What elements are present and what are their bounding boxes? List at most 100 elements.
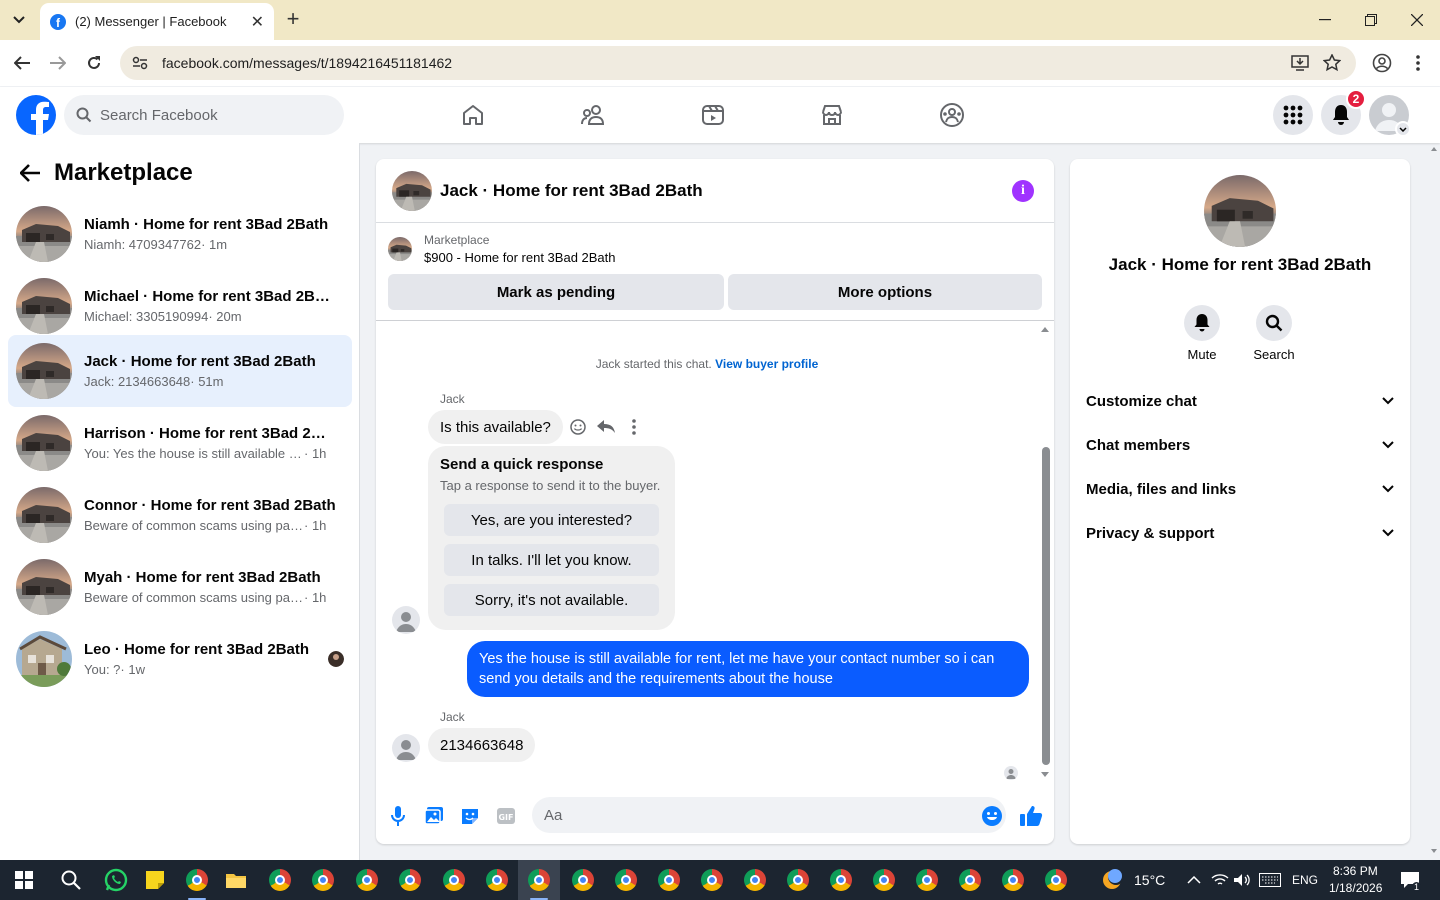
close-window-button[interactable] bbox=[1405, 8, 1429, 32]
message-input[interactable] bbox=[544, 806, 964, 824]
chrome-taskbar-icon[interactable] bbox=[870, 866, 898, 894]
chrome-taskbar-icon[interactable] bbox=[309, 866, 337, 894]
browser-menu-icon[interactable] bbox=[1407, 52, 1429, 74]
privacy-support-section[interactable]: Privacy & support bbox=[1086, 511, 1394, 555]
photo-gallery-icon[interactable] bbox=[422, 804, 446, 828]
weather-icon[interactable] bbox=[1098, 866, 1126, 894]
chrome-taskbar-icon[interactable] bbox=[353, 866, 381, 894]
conversation-item-michael[interactable]: Michael · Home for rent 3Bad 2Bath Micha… bbox=[8, 270, 352, 342]
incoming-message[interactable]: Is this available? bbox=[428, 410, 563, 444]
restore-button[interactable] bbox=[1359, 8, 1383, 32]
microphone-icon[interactable] bbox=[386, 804, 410, 828]
message-input-box[interactable] bbox=[532, 797, 1006, 833]
conversation-item-niamh[interactable]: Niamh · Home for rent 3Bad 2Bath Niamh: … bbox=[8, 198, 352, 270]
gif-icon[interactable]: GIF bbox=[494, 804, 518, 828]
chat-title[interactable]: Jack · Home for rent 3Bad 2Bath bbox=[440, 181, 703, 201]
keyboard-icon[interactable] bbox=[1256, 866, 1284, 894]
chrome-taskbar-icon[interactable] bbox=[440, 866, 468, 894]
clock-date[interactable]: 1/18/2026 bbox=[1329, 881, 1382, 895]
search-conversation-button[interactable]: Search bbox=[1244, 305, 1304, 362]
sticker-icon[interactable] bbox=[458, 804, 482, 828]
profile-icon[interactable] bbox=[1371, 52, 1393, 74]
site-settings-icon[interactable] bbox=[132, 56, 148, 70]
tab-search-dropdown-icon[interactable] bbox=[6, 8, 32, 32]
chrome-taskbar-icon[interactable] bbox=[784, 866, 812, 894]
info-icon[interactable]: i bbox=[1012, 180, 1034, 202]
chrome-taskbar-icon[interactable] bbox=[612, 866, 640, 894]
nav-friends[interactable] bbox=[537, 87, 649, 143]
listing-info[interactable]: Marketplace $900 - Home for rent 3Bad 2B… bbox=[388, 233, 616, 265]
menu-grid-button[interactable] bbox=[1273, 95, 1313, 135]
browser-tab-messenger[interactable]: f (2) Messenger | Facebook ✕ bbox=[40, 3, 274, 40]
reply-icon[interactable] bbox=[596, 417, 616, 437]
view-buyer-profile-link[interactable]: View buyer profile bbox=[715, 357, 818, 371]
scroll-down-arrow-icon[interactable] bbox=[1040, 771, 1050, 779]
media-files-links-section[interactable]: Media, files and links bbox=[1086, 467, 1394, 511]
emoji-icon[interactable] bbox=[980, 804, 1004, 828]
reload-button[interactable] bbox=[83, 52, 105, 74]
scroll-up-arrow-icon[interactable] bbox=[1040, 325, 1050, 333]
customize-chat-section[interactable]: Customize chat bbox=[1086, 379, 1394, 423]
search-input[interactable] bbox=[100, 106, 320, 124]
bookmark-star-icon[interactable] bbox=[1321, 52, 1343, 74]
chat-avatar[interactable] bbox=[392, 171, 432, 211]
facebook-logo-icon[interactable] bbox=[16, 95, 56, 135]
page-scrollbar[interactable] bbox=[1428, 143, 1440, 860]
nav-video[interactable] bbox=[657, 87, 769, 143]
outgoing-message[interactable]: Yes the house is still available for ren… bbox=[467, 641, 1029, 697]
conversation-item-connor[interactable]: Connor · Home for rent 3Bad 2Bath Beware… bbox=[8, 479, 352, 551]
quick-response-option[interactable]: In talks. I'll let you know. bbox=[444, 544, 659, 576]
whatsapp-icon[interactable] bbox=[102, 866, 130, 894]
forward-button[interactable] bbox=[47, 52, 69, 74]
sticky-notes-icon[interactable] bbox=[141, 866, 169, 894]
weather-temp[interactable]: 15°C bbox=[1134, 872, 1165, 888]
thumbs-up-icon[interactable] bbox=[1019, 804, 1043, 828]
chrome-taskbar-icon[interactable] bbox=[956, 866, 984, 894]
volume-icon[interactable] bbox=[1228, 866, 1256, 894]
sender-avatar[interactable] bbox=[392, 734, 420, 762]
clock-time[interactable]: 8:36 PM bbox=[1333, 864, 1378, 878]
chrome-taskbar-icon[interactable] bbox=[183, 866, 211, 894]
install-app-icon[interactable] bbox=[1289, 52, 1311, 74]
minimize-button[interactable] bbox=[1313, 8, 1337, 32]
back-button[interactable] bbox=[11, 52, 33, 74]
nav-marketplace[interactable] bbox=[776, 87, 888, 143]
incoming-message[interactable]: 2134663648 bbox=[428, 728, 536, 762]
back-arrow-icon[interactable] bbox=[20, 164, 40, 182]
react-emoji-icon[interactable] bbox=[568, 417, 588, 437]
mark-as-pending-button[interactable]: Mark as pending bbox=[388, 274, 724, 310]
chrome-taskbar-icon[interactable] bbox=[569, 866, 597, 894]
new-tab-button[interactable]: + bbox=[282, 8, 304, 32]
quick-response-option[interactable]: Yes, are you interested? bbox=[444, 504, 659, 536]
chrome-taskbar-icon[interactable] bbox=[827, 866, 855, 894]
nav-groups[interactable] bbox=[896, 87, 1008, 143]
conversation-item-leo[interactable]: Leo · Home for rent 3Bad 2Bath You: ? · … bbox=[8, 623, 352, 695]
account-menu-chevron-icon[interactable] bbox=[1395, 121, 1411, 137]
taskbar-search-icon[interactable] bbox=[57, 866, 85, 894]
more-options-button[interactable]: More options bbox=[728, 274, 1042, 310]
show-hidden-icons-chevron-icon[interactable] bbox=[1180, 866, 1208, 894]
windows-start-icon[interactable] bbox=[10, 866, 38, 894]
input-language[interactable]: ENG bbox=[1292, 873, 1318, 887]
chrome-taskbar-icon[interactable] bbox=[698, 866, 726, 894]
chrome-taskbar-icon[interactable] bbox=[999, 866, 1027, 894]
chrome-taskbar-icon[interactable] bbox=[483, 866, 511, 894]
mute-button[interactable]: Mute bbox=[1172, 305, 1232, 362]
nav-home[interactable] bbox=[417, 87, 529, 143]
chat-scrollbar[interactable] bbox=[1042, 447, 1050, 765]
details-avatar[interactable] bbox=[1204, 175, 1276, 247]
sender-avatar[interactable] bbox=[392, 606, 420, 634]
more-actions-icon[interactable] bbox=[624, 417, 644, 437]
file-explorer-icon[interactable] bbox=[222, 866, 250, 894]
chrome-taskbar-icon[interactable] bbox=[396, 866, 424, 894]
address-bar[interactable]: facebook.com/messages/t/1894216451181462 bbox=[120, 46, 1356, 80]
quick-response-option[interactable]: Sorry, it's not available. bbox=[444, 584, 659, 616]
chrome-taskbar-icon[interactable] bbox=[1042, 866, 1070, 894]
tab-close-icon[interactable]: ✕ bbox=[251, 12, 264, 32]
conversation-item-myah[interactable]: Myah · Home for rent 3Bad 2Bath Beware o… bbox=[8, 551, 352, 623]
chrome-taskbar-icon[interactable] bbox=[913, 866, 941, 894]
chrome-taskbar-icon[interactable] bbox=[655, 866, 683, 894]
chat-members-section[interactable]: Chat members bbox=[1086, 423, 1394, 467]
chrome-taskbar-icon[interactable] bbox=[266, 866, 294, 894]
chrome-taskbar-icon[interactable] bbox=[741, 866, 769, 894]
